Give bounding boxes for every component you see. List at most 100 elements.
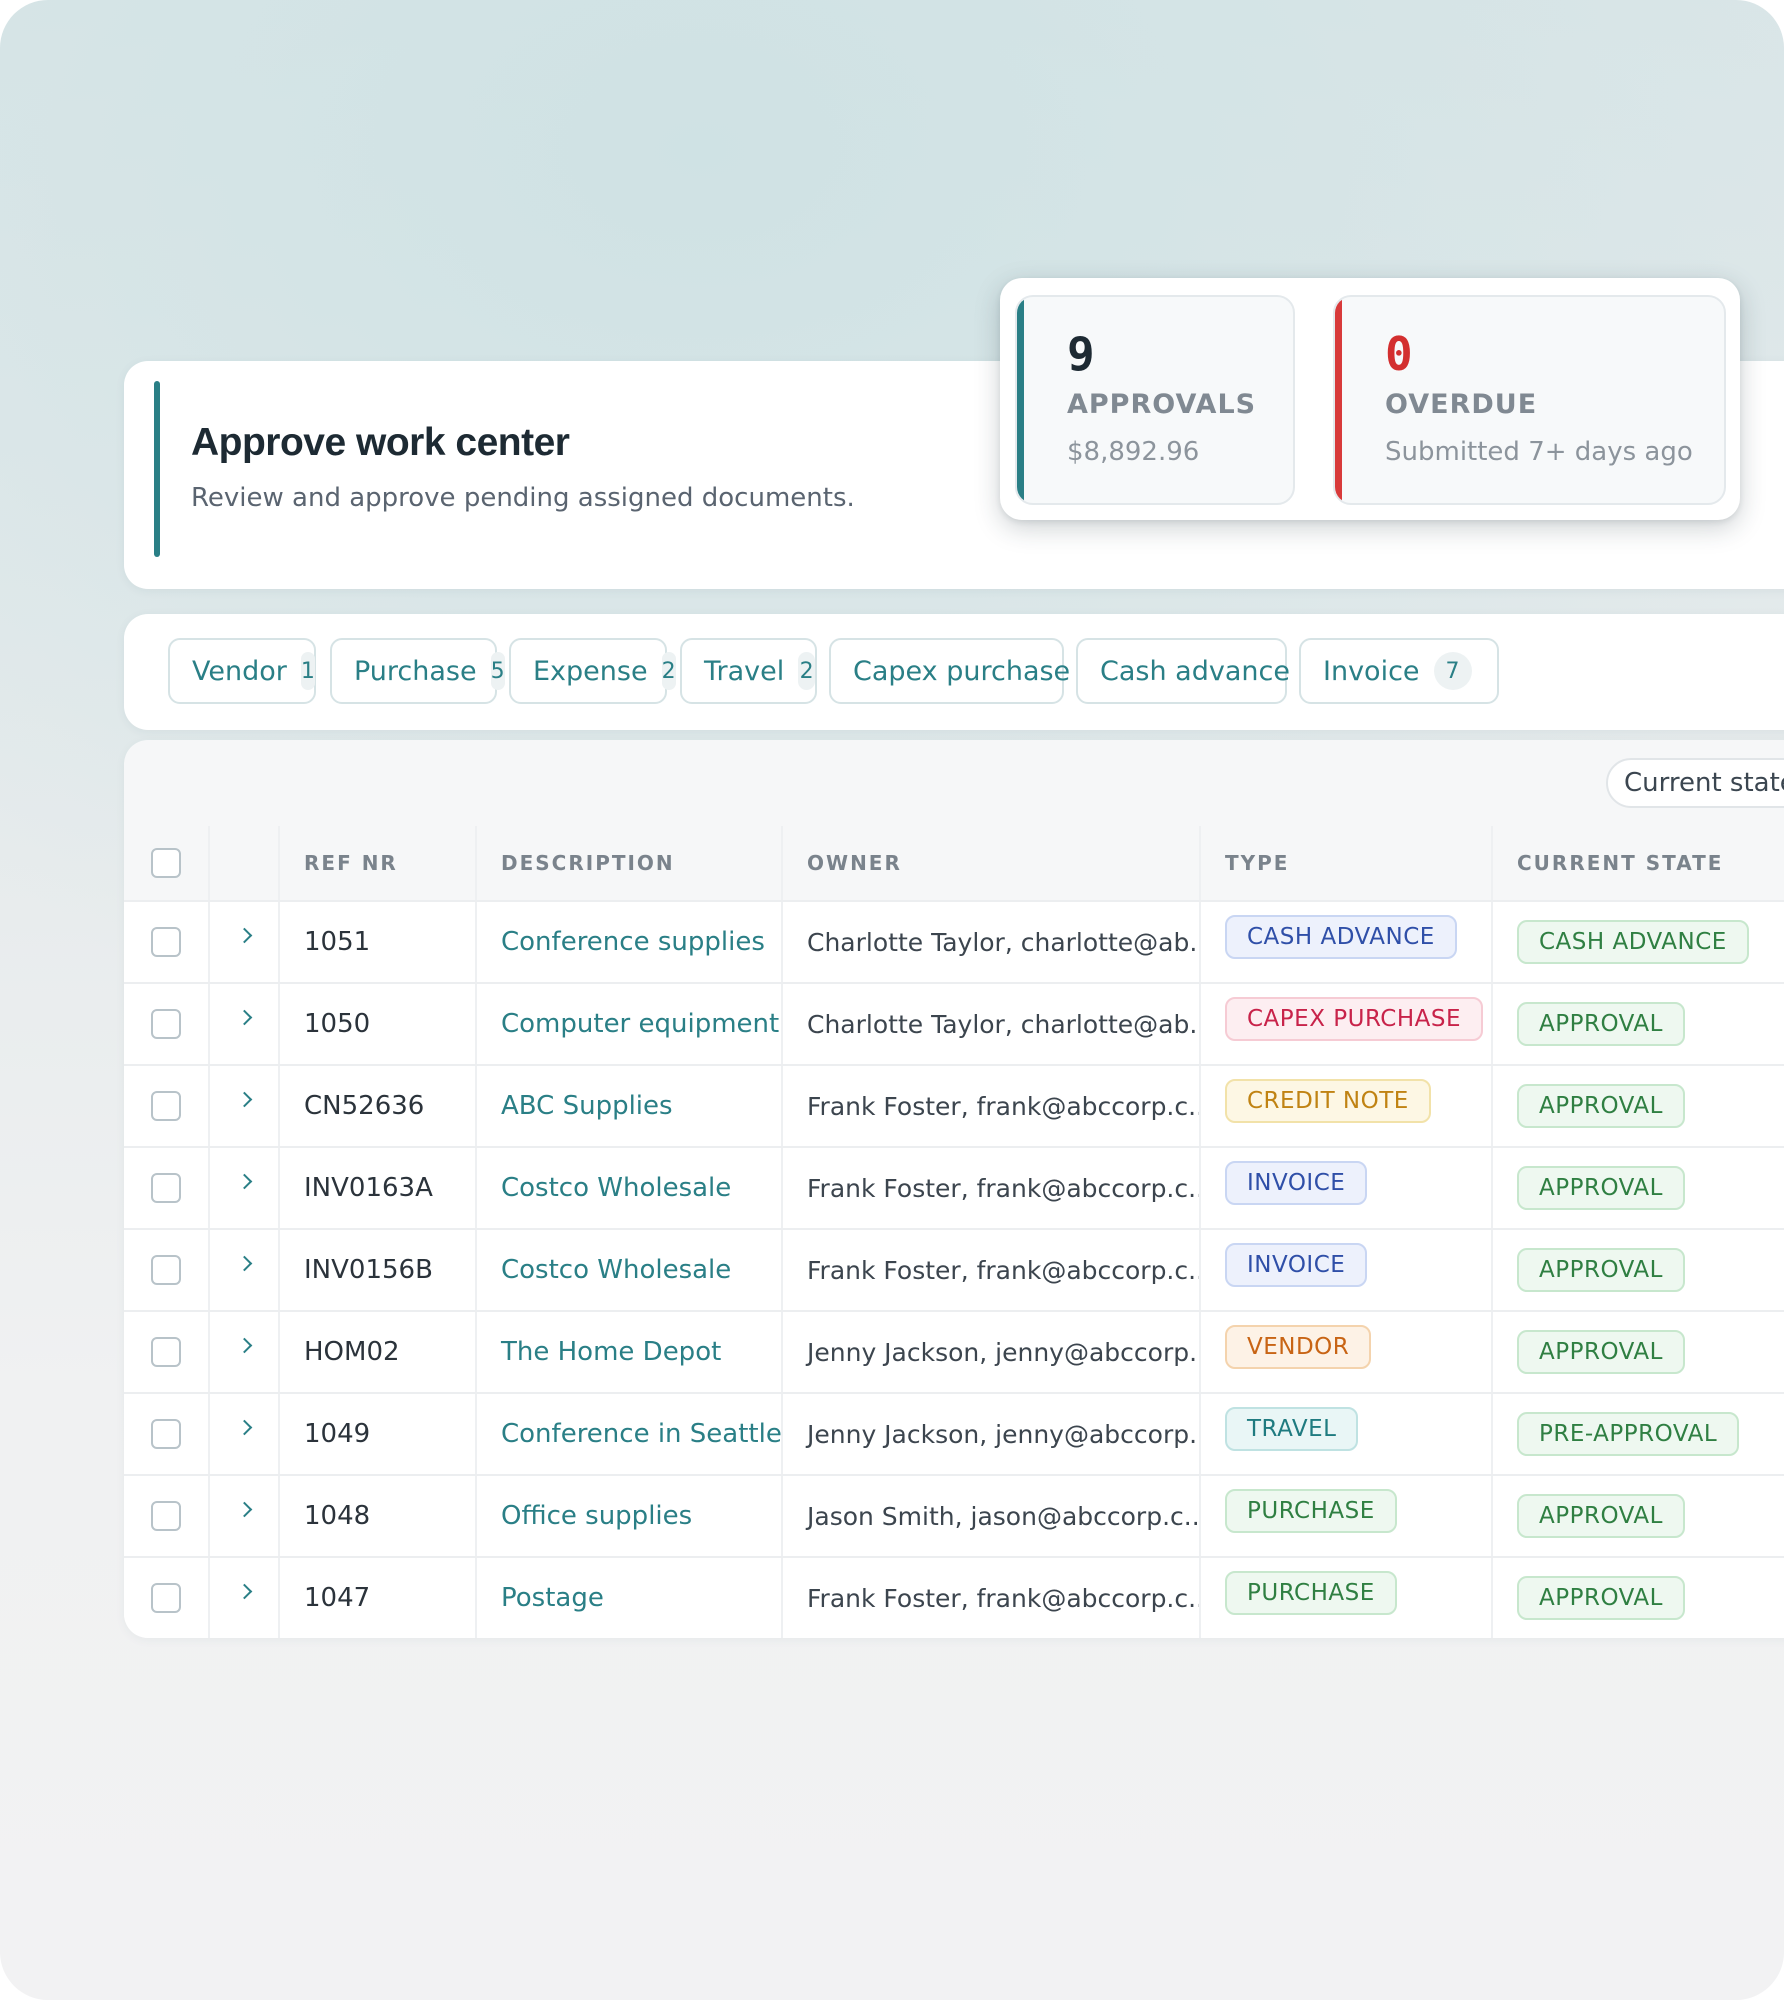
overdue-stat-card[interactable]: 0 OVERDUE Submitted 7+ days ago [1333, 295, 1726, 505]
column-header-state[interactable]: CURRENT STATE [1493, 826, 1784, 900]
type-badge: VENDOR [1225, 1325, 1372, 1369]
row-select-cell [124, 902, 210, 982]
stats-panel: 9 APPROVALS $8,892.96 0 OVERDUE Submitte… [1000, 278, 1740, 520]
type-badge: INVOICE [1225, 1243, 1368, 1287]
row-select-cell [124, 1230, 210, 1310]
table-row[interactable]: 1049 Conference in Seattle Jenny Jackson, … [124, 1392, 1784, 1474]
chevron-right-icon[interactable] [236, 1501, 252, 1517]
table-container: Current state REF NR DESCRIPTION OWNER T… [124, 740, 1784, 1638]
filter-chip-invoice[interactable]: Invoice 7 [1299, 638, 1499, 704]
description-link[interactable]: Conference in Seattle [477, 1394, 783, 1474]
row-expand-cell[interactable] [210, 902, 280, 982]
table-row[interactable]: INV0163A Costco Wholesale Frank Foster, fr… [124, 1146, 1784, 1228]
filter-chip-purchase[interactable]: Purchase 5 [330, 638, 505, 704]
select-all-cell [124, 826, 210, 900]
approvals-stat-card[interactable]: 9 APPROVALS $8,892.96 [1015, 295, 1295, 505]
filter-chip-label: Vendor [192, 655, 287, 687]
table-row[interactable]: HOM02 The Home Depot Jenny Jackson, jenny@… [124, 1310, 1784, 1392]
filter-chip-count: 1 [300, 652, 315, 690]
row-select-cell [124, 1476, 210, 1556]
filter-chip-label: Purchase [354, 655, 477, 687]
row-checkbox[interactable] [151, 1173, 181, 1203]
filter-chip-label: Invoice [1323, 655, 1420, 687]
row-checkbox[interactable] [151, 1091, 181, 1121]
page-subtitle: Review and approve pending assigned docu… [191, 483, 855, 513]
table-row[interactable]: CN52636 ABC Supplies Frank Foster, frank@a… [124, 1064, 1784, 1146]
row-expand-cell[interactable] [210, 1558, 280, 1638]
type-cell: CAPEX PURCHASE [1201, 984, 1493, 1064]
current-state-filter[interactable]: Current state [1606, 758, 1784, 808]
select-all-checkbox[interactable] [151, 848, 181, 878]
filter-chip-cash-advance[interactable]: Cash advance2 [1076, 638, 1318, 704]
row-expand-cell[interactable] [210, 984, 280, 1064]
owner: Jenny Jackson, jenny@abccorp.... [783, 1312, 1201, 1392]
table-row[interactable]: 1051 Conference supplies Charlotte Taylor,… [124, 900, 1784, 982]
table-row[interactable]: INV0156B Costco Wholesale Frank Foster, fr… [124, 1228, 1784, 1310]
description-link[interactable]: Costco Wholesale [477, 1148, 783, 1228]
owner: Frank Foster, frank@abccorp.c... [783, 1066, 1201, 1146]
chevron-right-icon[interactable] [236, 1583, 252, 1599]
filter-chip-label: Cash advance [1100, 655, 1290, 687]
row-checkbox[interactable] [151, 1337, 181, 1367]
filter-chip-count: 5 [490, 652, 505, 690]
description-link[interactable]: Conference supplies [477, 902, 783, 982]
row-expand-cell[interactable] [210, 1066, 280, 1146]
chevron-right-icon[interactable] [236, 1173, 252, 1189]
table-header-row: REF NR DESCRIPTION OWNER TYPE CURRENT ST… [124, 826, 1784, 900]
column-header-ref[interactable]: REF NR [280, 826, 477, 900]
description-link[interactable]: ABC Supplies [477, 1066, 783, 1146]
expand-header-cell [210, 826, 280, 900]
type-cell: VENDOR [1201, 1312, 1493, 1392]
chevron-right-icon[interactable] [236, 927, 252, 943]
type-badge: PURCHASE [1225, 1571, 1397, 1615]
column-header-type[interactable]: TYPE [1201, 826, 1493, 900]
app-frame: Approve work center Review and approve p… [0, 0, 1784, 2000]
row-checkbox[interactable] [151, 1255, 181, 1285]
row-checkbox[interactable] [151, 1419, 181, 1449]
table-row[interactable]: 1050 Computer equipment Charlotte Taylor, … [124, 982, 1784, 1064]
description-link[interactable]: Postage [477, 1558, 783, 1638]
description-link[interactable]: Office supplies [477, 1476, 783, 1556]
column-header-owner[interactable]: OWNER [783, 826, 1201, 900]
state-cell: CASH ADVANCE [1493, 902, 1784, 982]
row-select-cell [124, 1312, 210, 1392]
description-link[interactable]: Computer equipment [477, 984, 783, 1064]
page-title: Approve work center [191, 421, 570, 464]
row-checkbox[interactable] [151, 1501, 181, 1531]
description-link[interactable]: The Home Depot [477, 1312, 783, 1392]
owner: Charlotte Taylor, charlotte@ab... [783, 902, 1201, 982]
filter-chip-vendor[interactable]: Vendor 1 [168, 638, 316, 704]
row-expand-cell[interactable] [210, 1230, 280, 1310]
filter-chip-travel[interactable]: Travel 2 [680, 638, 817, 704]
chevron-right-icon[interactable] [236, 1419, 252, 1435]
table-row[interactable]: 1047 Postage Frank Foster, frank@abccorp.c… [124, 1556, 1784, 1638]
row-expand-cell[interactable] [210, 1476, 280, 1556]
state-badge: APPROVAL [1517, 1084, 1685, 1128]
column-header-description[interactable]: DESCRIPTION [477, 826, 783, 900]
owner: Frank Foster, frank@abccorp.c... [783, 1148, 1201, 1228]
type-cell: CASH ADVANCE [1201, 902, 1493, 982]
row-expand-cell[interactable] [210, 1394, 280, 1474]
description-link[interactable]: Costco Wholesale [477, 1230, 783, 1310]
row-checkbox[interactable] [151, 1583, 181, 1613]
filter-chip-count: 2 [661, 652, 676, 690]
chevron-right-icon[interactable] [236, 1009, 252, 1025]
row-select-cell [124, 1394, 210, 1474]
filter-chip-expense[interactable]: Expense 2 [509, 638, 676, 704]
type-badge: CAPEX PURCHASE [1225, 997, 1484, 1041]
overdue-count: 0 [1385, 327, 1413, 381]
row-expand-cell[interactable] [210, 1148, 280, 1228]
filter-chip-capex-purchase[interactable]: Capex purchase2 [829, 638, 1099, 704]
chevron-right-icon[interactable] [236, 1255, 252, 1271]
ref-number: HOM02 [280, 1312, 477, 1392]
state-badge: PRE-APPROVAL [1517, 1412, 1740, 1456]
state-badge: CASH ADVANCE [1517, 920, 1749, 964]
row-checkbox[interactable] [151, 927, 181, 957]
chevron-right-icon[interactable] [236, 1091, 252, 1107]
approvals-total: $8,892.96 [1067, 437, 1200, 467]
row-expand-cell[interactable] [210, 1312, 280, 1392]
row-checkbox[interactable] [151, 1009, 181, 1039]
chevron-right-icon[interactable] [236, 1337, 252, 1353]
filter-chip-label: Travel [704, 655, 785, 687]
table-row[interactable]: 1048 Office supplies Jason Smith, jason@ab… [124, 1474, 1784, 1556]
